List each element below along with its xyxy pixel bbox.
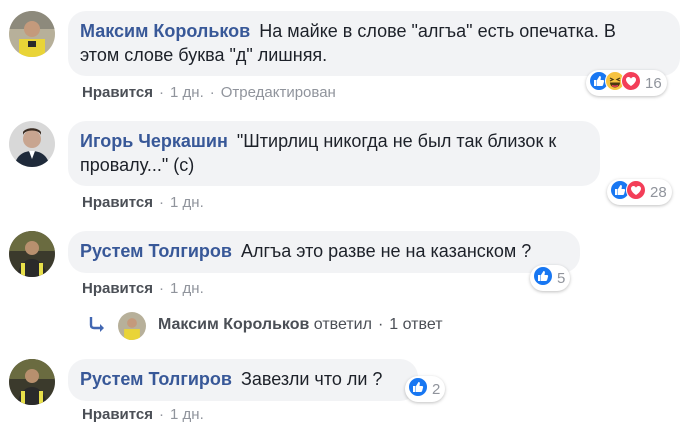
timestamp[interactable]: 1 дн. <box>170 406 204 423</box>
comment-bubble: Рустем Толгиров Завезли что ли ? <box>68 359 418 401</box>
reaction-count: 5 <box>557 269 566 287</box>
comment-text: этом слове буква "д" лишняя. <box>80 45 328 65</box>
love-icon <box>626 179 646 205</box>
like-link[interactable]: Нравится <box>82 280 153 297</box>
avatar[interactable] <box>9 11 55 57</box>
comment-actions: Нравится · 1 дн. <box>82 194 204 211</box>
comment-bubble: Рустем Толгиров Алгъа это разве не на ка… <box>68 231 580 273</box>
timestamp[interactable]: 1 дн. <box>170 280 204 297</box>
reply-author: Максим Корольков <box>158 316 310 333</box>
comment-bubble: Максим Корольков На майке в слове "алгъа… <box>68 11 680 76</box>
comment-text: "Штирлиц никогда не был так близок к <box>236 131 557 151</box>
comment-bubble: Игорь Черкашин "Штирлиц никогда не был т… <box>68 121 600 186</box>
separator: · <box>159 406 165 423</box>
reply-action: ответил <box>313 316 372 333</box>
reactions-summary[interactable]: 16 <box>586 70 667 96</box>
comment-actions: Нравится · 1 дн. · Отредактирован <box>82 84 336 101</box>
avatar[interactable] <box>9 231 55 277</box>
like-link[interactable]: Нравится <box>82 84 153 101</box>
comment-text: провалу..." (с) <box>80 155 195 175</box>
comment-text: На майке в слове "алгъа" есть опечатка. … <box>259 21 616 41</box>
reactions-summary[interactable]: 2 <box>405 376 446 402</box>
comment-author[interactable]: Рустем Толгиров <box>80 369 232 389</box>
comment-author[interactable]: Игорь Черкашин <box>80 131 228 151</box>
timestamp[interactable]: 1 дн. <box>170 194 204 211</box>
like-icon <box>408 376 428 402</box>
reaction-count: 2 <box>432 380 441 398</box>
comment-author[interactable]: Рустем Толгиров <box>80 241 232 261</box>
reply-count: 1 ответ <box>389 316 443 333</box>
separator: · <box>159 84 165 101</box>
reaction-count: 28 <box>650 183 667 201</box>
timestamp[interactable]: 1 дн. <box>170 84 204 101</box>
comment-text: Алгъа это разве не на казанском ? <box>240 241 532 261</box>
love-icon <box>621 70 641 96</box>
separator: · <box>159 194 165 211</box>
comment-text: Завезли что ли ? <box>240 369 383 389</box>
like-icon <box>533 265 553 291</box>
reaction-count: 16 <box>645 74 662 92</box>
like-link[interactable]: Нравится <box>82 406 153 423</box>
separator: · <box>159 280 165 297</box>
comment-actions: Нравится · 1 дн. <box>82 280 204 297</box>
edited-label[interactable]: Отредактирован <box>221 84 336 101</box>
avatar[interactable] <box>9 359 55 405</box>
comment-author[interactable]: Максим Корольков <box>80 21 250 41</box>
avatar[interactable] <box>9 121 55 167</box>
reactions-summary[interactable]: 5 <box>530 265 571 291</box>
reply-author-avatar <box>118 312 146 340</box>
reactions-summary[interactable]: 28 <box>607 179 672 205</box>
reply-arrow-icon <box>88 316 108 339</box>
separator: · <box>377 316 384 333</box>
like-link[interactable]: Нравится <box>82 194 153 211</box>
comment-actions: Нравится · 1 дн. <box>82 406 204 423</box>
separator: · <box>209 84 215 101</box>
